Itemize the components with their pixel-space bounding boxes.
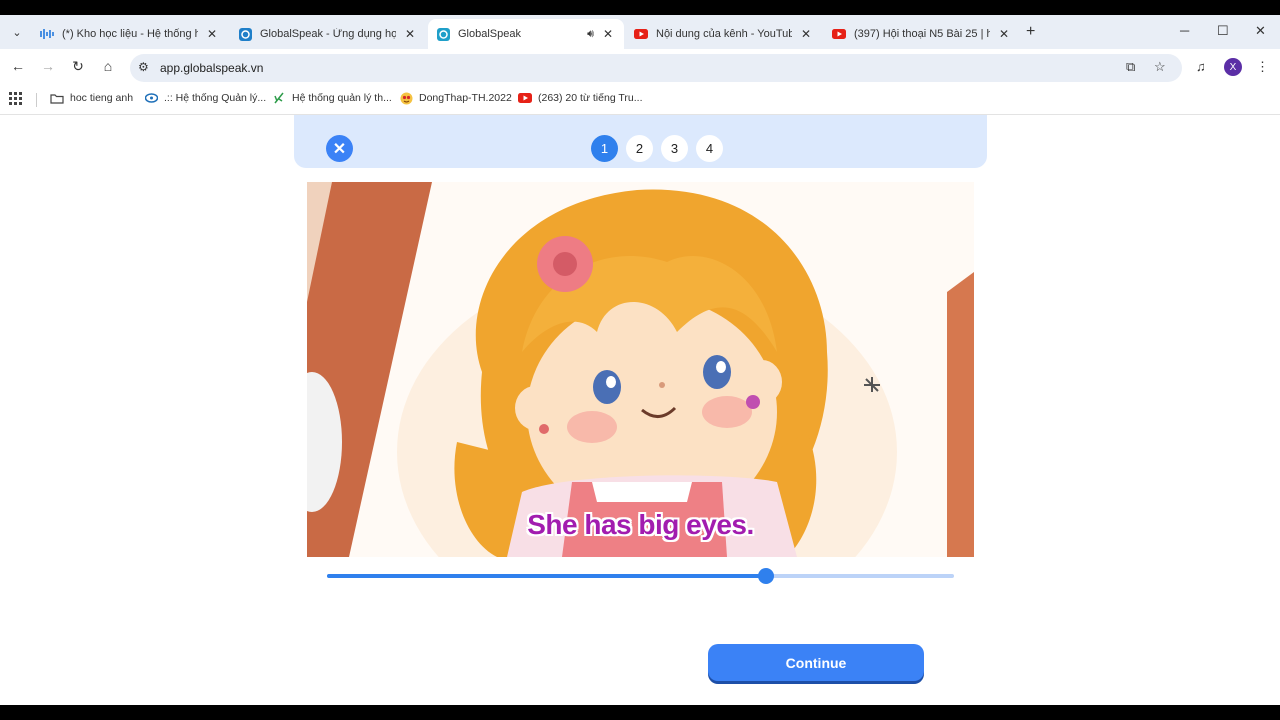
- edu-logo-icon: [144, 92, 158, 104]
- forward-icon[interactable]: →: [38, 58, 58, 74]
- bookmark-he-thong-quan-ly[interactable]: .:: Hệ thống Quản lý...: [144, 92, 266, 104]
- tab-close-icon[interactable]: ✕: [600, 27, 616, 41]
- audio-progress-slider[interactable]: [327, 568, 954, 584]
- bookmark-star-icon[interactable]: ☆: [1154, 59, 1166, 75]
- tab-globalspeak-active[interactable]: GlobalSpeak 🔊︎ ✕: [428, 19, 624, 49]
- step-1[interactable]: 1: [591, 135, 618, 162]
- folder-icon: [50, 92, 64, 104]
- progress-handle[interactable]: [757, 568, 774, 584]
- tab-title: Nội dung của kênh - YouTube S: [656, 28, 792, 40]
- site-info-icon[interactable]: ⚙︎: [138, 60, 149, 74]
- tab-title: GlobalSpeak: [458, 28, 521, 40]
- bookmark-label: hoc tieng anh: [70, 92, 134, 104]
- girl-with-big-eyes-image: [307, 182, 974, 557]
- step-3[interactable]: 3: [661, 135, 688, 162]
- speaker-icon[interactable]: 🔊︎: [587, 28, 594, 41]
- bookmark-label: .:: Hệ thống Quản lý...: [164, 92, 267, 104]
- globalspeak-icon: [238, 27, 252, 41]
- tab-close-icon[interactable]: ✕: [996, 27, 1012, 41]
- tab-search-icon[interactable]: ⌄: [6, 21, 28, 43]
- new-tab-icon[interactable]: +: [1026, 23, 1035, 41]
- youtube-icon: [634, 27, 648, 41]
- step-2[interactable]: 2: [626, 135, 653, 162]
- browser-window: ⌄ (*) Kho học liệu - Hệ thống học ✕ Glob…: [0, 15, 1280, 705]
- tab-strip: ⌄ (*) Kho học liệu - Hệ thống học ✕ Glob…: [0, 15, 1280, 49]
- emoji-icon: [399, 92, 413, 104]
- bookmark-label: Hệ thống quản lý th...: [292, 92, 392, 104]
- reload-icon[interactable]: ↻: [68, 58, 88, 75]
- lesson-page: ✕ 1 2 3 4 She has big eyes. Continue: [0, 115, 1280, 705]
- tab-kho-hoc-lieu[interactable]: (*) Kho học liệu - Hệ thống học ✕: [32, 19, 228, 49]
- bookmark-dongthap[interactable]: DongThap-TH.2022: [399, 92, 512, 104]
- profile-avatar[interactable]: X: [1224, 58, 1242, 76]
- bookmark-label: (263) 20 từ tiếng Tru...: [538, 92, 643, 104]
- tab-youtube-video[interactable]: (397) Hội thoại N5 Bài 25 | học ✕: [824, 19, 1020, 49]
- tab-youtube-studio[interactable]: Nội dung của kênh - YouTube S ✕: [626, 19, 822, 49]
- bookmark-label: DongThap-TH.2022: [419, 92, 512, 104]
- browser-toolbar: ← → ↻ ⌂ ⚙︎ app.globalspeak.vn ⧉ ☆ ♫ X ⋮: [0, 49, 1280, 85]
- media-control-icon[interactable]: ♫: [1196, 59, 1206, 74]
- bookmarks-bar: hoc tieng anh .:: Hệ thống Quản lý... Hệ…: [0, 85, 1280, 115]
- tab-globalspeak-app[interactable]: GlobalSpeak - Ứng dụng học tiế ✕: [230, 19, 426, 49]
- leaf-icon: [272, 92, 286, 104]
- tab-close-icon[interactable]: ✕: [204, 27, 220, 41]
- lesson-illustration: She has big eyes.: [307, 182, 974, 557]
- menu-kebab-icon[interactable]: ⋮: [1256, 59, 1269, 75]
- address-bar[interactable]: ⚙︎ app.globalspeak.vn ⧉ ☆: [130, 54, 1182, 82]
- youtube-icon: [518, 92, 532, 104]
- caption-text: She has big eyes.: [527, 509, 754, 540]
- install-app-icon[interactable]: ⧉: [1126, 59, 1135, 75]
- maximize-icon[interactable]: ☐: [1217, 23, 1229, 39]
- divider: [36, 93, 37, 107]
- bookmark-hoc-tieng-anh[interactable]: hoc tieng anh: [50, 92, 133, 104]
- tab-title: (*) Kho học liệu - Hệ thống học: [62, 28, 198, 40]
- continue-button[interactable]: Continue: [708, 644, 924, 681]
- back-icon[interactable]: ←: [8, 58, 28, 74]
- tab-close-icon[interactable]: ✕: [798, 27, 814, 41]
- tab-close-icon[interactable]: ✕: [402, 27, 418, 41]
- window-close-icon[interactable]: ✕: [1255, 23, 1266, 39]
- url-text[interactable]: app.globalspeak.vn: [160, 61, 263, 75]
- tab-title: GlobalSpeak - Ứng dụng học tiế: [260, 28, 396, 40]
- home-icon[interactable]: ⌂: [98, 58, 118, 74]
- bookmark-he-thong-quan-ly-th[interactable]: Hệ thống quản lý th...: [272, 92, 392, 104]
- progress-fill: [327, 574, 766, 578]
- globalspeak-icon: [436, 27, 450, 41]
- bookmark-youtube[interactable]: (263) 20 từ tiếng Tru...: [518, 92, 643, 104]
- apps-grid-icon[interactable]: [9, 92, 22, 105]
- tab-title: (397) Hội thoại N5 Bài 25 | học: [854, 28, 990, 40]
- minimize-icon[interactable]: ─: [1180, 23, 1189, 38]
- step-4[interactable]: 4: [696, 135, 723, 162]
- youtube-icon: [832, 27, 846, 41]
- equalizer-icon: [40, 27, 54, 41]
- close-lesson-button[interactable]: ✕: [326, 135, 353, 162]
- step-header: ✕ 1 2 3 4: [294, 115, 987, 168]
